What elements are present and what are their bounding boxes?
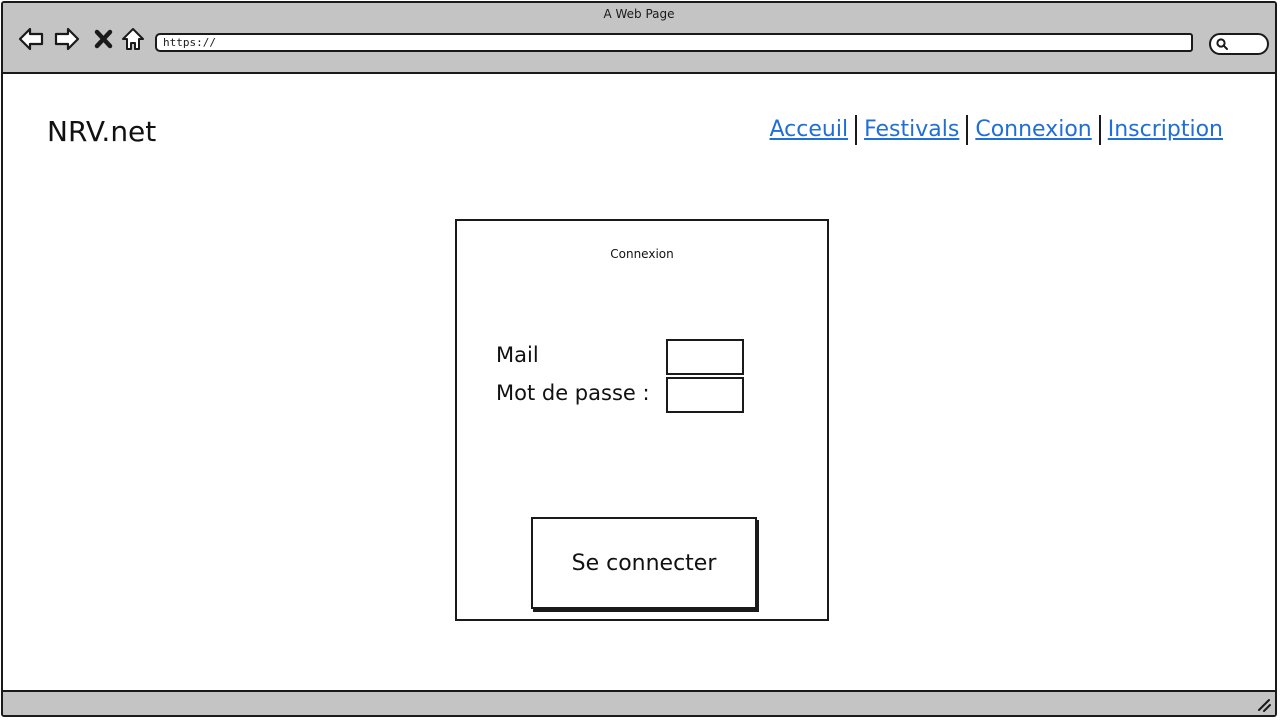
nav-link-festivals[interactable]: Festivals	[858, 115, 965, 145]
home-icon[interactable]	[119, 25, 147, 53]
resize-grip-icon[interactable]	[1255, 696, 1271, 712]
status-bar	[3, 690, 1275, 715]
url-input[interactable]	[155, 33, 1193, 52]
back-arrow-icon[interactable]	[17, 25, 45, 53]
nav-separator	[855, 115, 858, 145]
browser-window: A Web Page NRV.net Acceuil Festivals Con…	[1, 1, 1277, 717]
nav-link-inscription[interactable]: Inscription	[1102, 115, 1229, 145]
login-form: Connexion Mail Mot de passe : Se connect…	[455, 219, 829, 621]
password-input[interactable]	[666, 377, 744, 413]
site-navigation: Acceuil Festivals Connexion Inscription	[764, 115, 1230, 145]
site-logo[interactable]: NRV.net	[47, 115, 156, 148]
search-icon	[1216, 38, 1228, 50]
login-form-title: Connexion	[610, 247, 674, 261]
nav-link-acceuil[interactable]: Acceuil	[764, 115, 855, 145]
login-button[interactable]: Se connecter	[531, 517, 757, 609]
mail-label: Mail	[496, 343, 539, 367]
search-button[interactable]	[1209, 33, 1269, 55]
window-title: A Web Page	[603, 7, 675, 21]
mail-input[interactable]	[666, 339, 744, 375]
forward-arrow-icon[interactable]	[53, 25, 81, 53]
close-icon[interactable]	[91, 25, 117, 53]
password-label: Mot de passe :	[496, 381, 650, 405]
browser-toolbar: A Web Page	[3, 3, 1275, 74]
nav-link-connexion[interactable]: Connexion	[969, 115, 1097, 145]
nav-separator	[1098, 115, 1101, 145]
nav-separator	[966, 115, 969, 145]
